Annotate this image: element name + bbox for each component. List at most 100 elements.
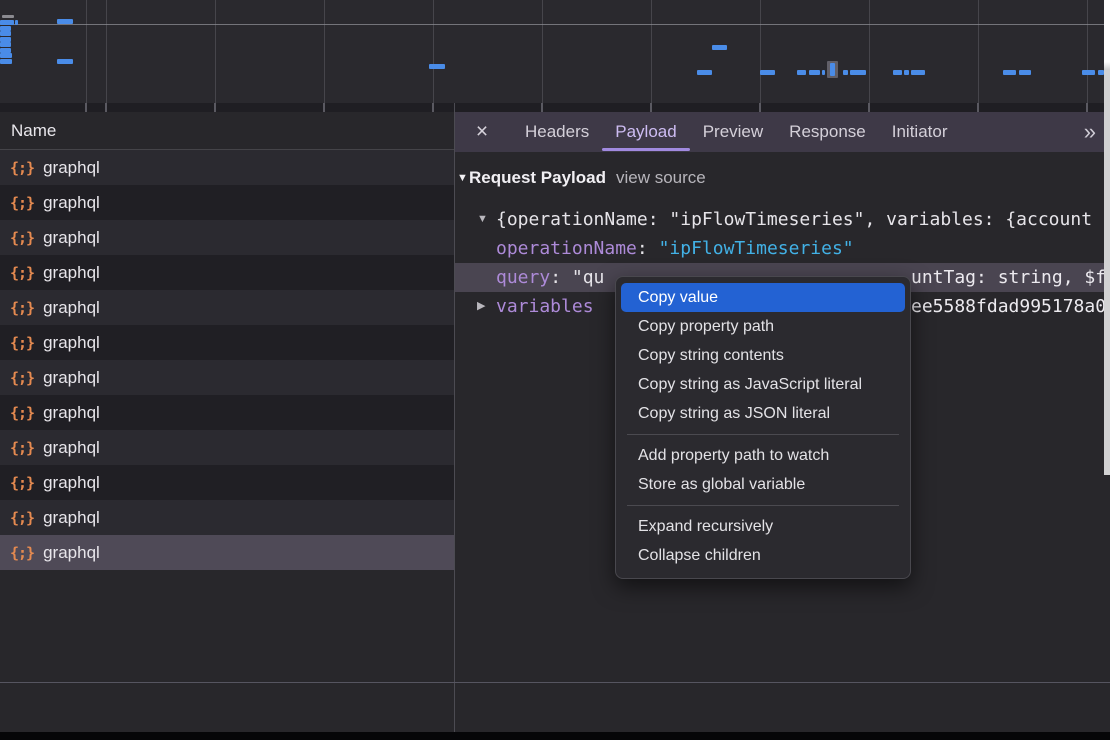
request-row[interactable]: {;} graphql — [0, 430, 454, 465]
menu-item-copy-string-contents[interactable]: Copy string contents — [616, 341, 910, 370]
menu-divider — [627, 505, 899, 506]
waterfall-bar[interactable] — [0, 31, 11, 36]
request-row[interactable]: {;}graphql — [0, 255, 454, 290]
json-braces-icon: {;} — [10, 474, 34, 492]
request-name: graphql — [43, 158, 100, 178]
json-braces-icon: {;} — [10, 194, 34, 212]
property-value-continued: untTag: string, $f — [911, 263, 1106, 292]
request-name: graphql — [43, 228, 100, 248]
close-icon[interactable]: × — [474, 120, 490, 144]
waterfall-bar[interactable] — [0, 59, 12, 64]
json-braces-icon: {;} — [10, 544, 34, 562]
tree-row-root[interactable]: ▼ {operationName: "ipFlowTimeseries", va… — [454, 205, 1110, 234]
page-edge — [1104, 0, 1110, 475]
menu-divider — [627, 434, 899, 435]
menu-item-collapse-children[interactable]: Collapse children — [616, 541, 910, 570]
waterfall-bar[interactable] — [809, 70, 820, 75]
request-name: graphql — [43, 543, 100, 563]
waterfall-bar[interactable] — [760, 70, 775, 75]
section-collapse-icon[interactable]: ▼ — [457, 164, 468, 192]
property-value: "ipFlowTimeseries" — [659, 238, 854, 259]
expander-closed-icon[interactable]: ▶ — [477, 292, 485, 321]
request-row[interactable]: {;} graphql — [0, 325, 454, 360]
request-row[interactable]: {;} graphql — [0, 220, 454, 255]
menu-item-store-global[interactable]: Store as global variable — [616, 470, 910, 499]
waterfall-bar[interactable] — [712, 45, 727, 50]
request-name: graphql — [43, 298, 100, 318]
request-row-selected[interactable]: {;} graphql — [0, 535, 454, 570]
section-title[interactable]: Request Payload — [469, 164, 606, 192]
network-overview-strip[interactable] — [0, 0, 1110, 103]
name-column-label: Name — [11, 121, 56, 140]
waterfall-bar[interactable] — [15, 20, 18, 25]
more-tabs-icon[interactable]: » — [1084, 119, 1094, 145]
json-braces-icon: {;} — [10, 439, 34, 457]
panel-divider[interactable] — [454, 103, 455, 732]
object-preview: {operationName: "ipFlowTimeseries", vari… — [496, 205, 1092, 234]
waterfall-bar[interactable] — [0, 53, 12, 58]
json-braces-icon: {;} — [10, 334, 34, 352]
waterfall-bar[interactable] — [911, 70, 925, 75]
menu-item-copy-property-path[interactable]: Copy property path — [616, 312, 910, 341]
tab-preview[interactable]: Preview — [690, 112, 776, 152]
request-name: graphql — [43, 438, 100, 458]
waterfall-bar[interactable] — [1003, 70, 1016, 75]
request-list: {;} graphql {;} graphql {;} graphql {;} grap… — [0, 150, 454, 570]
waterfall-bar[interactable] — [429, 64, 445, 69]
waterfall-bar[interactable] — [1019, 70, 1031, 75]
view-source-link[interactable]: view source — [616, 164, 706, 192]
details-tab-bar: × Headers Payload Preview Response Initi… — [454, 112, 1110, 152]
tab-initiator[interactable]: Initiator — [879, 112, 961, 152]
tab-headers[interactable]: Headers — [512, 112, 602, 152]
menu-item-copy-json-literal[interactable]: Copy string as JSON literal — [616, 399, 910, 428]
request-row[interactable]: {;}graphql — [0, 395, 454, 430]
key-separator: : — [550, 267, 572, 288]
window-bottom-edge — [0, 732, 1110, 740]
menu-item-copy-js-literal[interactable]: Copy string as JavaScript literal — [616, 370, 910, 399]
property-key: variables — [496, 292, 594, 321]
overview-baseline — [0, 24, 1110, 25]
requests-panel: Name {;} graphql {;} graphql {;} graphql {;… — [0, 112, 454, 732]
waterfall-bar[interactable] — [893, 70, 902, 75]
tree-row-operationName[interactable]: operationName: "ipFlowTimeseries" — [454, 234, 1110, 263]
waterfall-bar[interactable] — [57, 19, 73, 24]
menu-item-add-watch[interactable]: Add property path to watch — [616, 441, 910, 470]
request-row[interactable]: {;}graphql — [0, 500, 454, 535]
waterfall-bar[interactable] — [0, 42, 11, 47]
request-name: graphql — [43, 368, 100, 388]
waterfall-bar[interactable] — [830, 63, 835, 76]
tab-payload[interactable]: Payload — [602, 112, 689, 152]
request-name: graphql — [43, 473, 100, 493]
name-column-header[interactable]: Name — [0, 112, 454, 150]
request-row[interactable]: {;} graphql — [0, 290, 454, 325]
request-row[interactable]: {;}graphql — [0, 360, 454, 395]
menu-item-copy-value[interactable]: Copy value — [621, 283, 905, 312]
request-row[interactable]: {;} graphql — [0, 185, 454, 220]
waterfall-bar[interactable] — [0, 20, 14, 25]
property-value-continued: ee5588fdad995178a0 — [911, 292, 1106, 321]
property-key: query — [496, 267, 550, 288]
summary-divider — [0, 682, 1110, 683]
waterfall-bar[interactable] — [904, 70, 909, 75]
request-name: graphql — [43, 403, 100, 423]
json-braces-icon: {;} — [10, 229, 34, 247]
devtools-window: Name {;} graphql {;} graphql {;} graphql {;… — [0, 0, 1110, 740]
menu-item-expand-recursively[interactable]: Expand recursively — [616, 512, 910, 541]
request-name: graphql — [43, 193, 100, 213]
waterfall-bar[interactable] — [57, 59, 73, 64]
tab-response[interactable]: Response — [776, 112, 879, 152]
request-row[interactable]: {;}graphql — [0, 150, 454, 185]
json-braces-icon: {;} — [10, 264, 34, 282]
waterfall-bar[interactable] — [843, 70, 848, 75]
waterfall-bar[interactable] — [822, 70, 825, 75]
waterfall-bar[interactable] — [850, 70, 866, 75]
waterfall-bar[interactable] — [1082, 70, 1095, 75]
request-row[interactable]: {;} graphql — [0, 465, 454, 500]
waterfall-bar[interactable] — [2, 15, 14, 18]
expander-open-icon[interactable]: ▼ — [477, 205, 488, 234]
waterfall-bar[interactable] — [697, 70, 712, 75]
json-braces-icon: {;} — [10, 299, 34, 317]
property-value-start: "qu — [572, 267, 605, 288]
request-name: graphql — [43, 333, 100, 353]
waterfall-bar[interactable] — [797, 70, 806, 75]
